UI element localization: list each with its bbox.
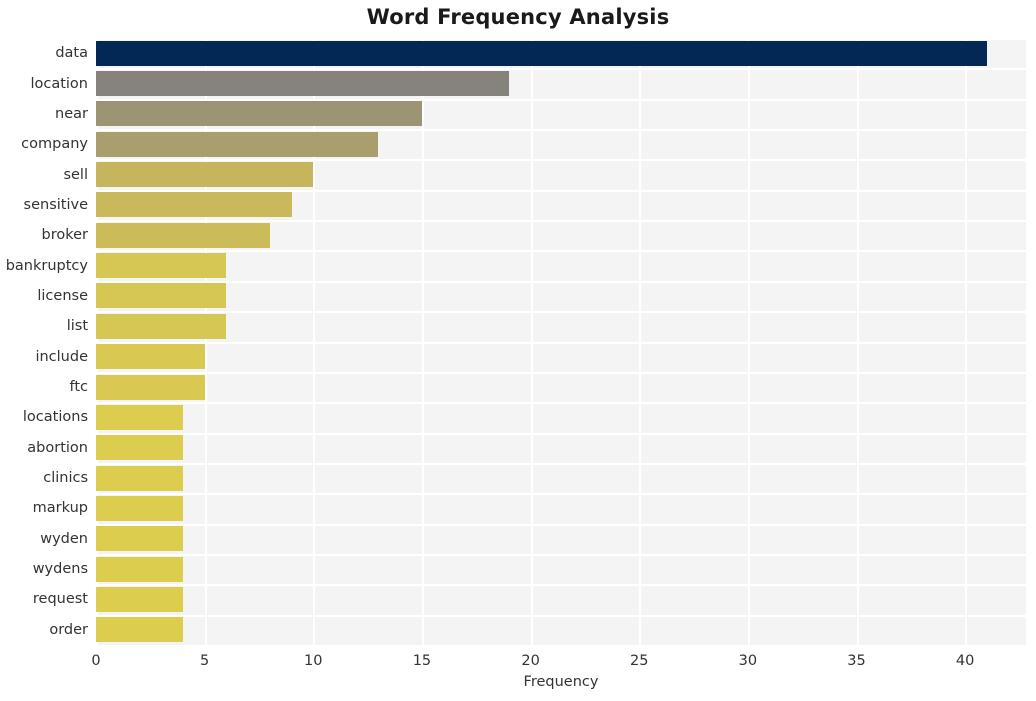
bar-near[interactable] [96, 101, 422, 127]
bar-include[interactable] [96, 344, 205, 370]
word-frequency-chart-figure: Word Frequency Analysis data location near… [0, 0, 1036, 701]
y-tick-label-broker: broker [41, 227, 88, 244]
gridline-horizontal [96, 614, 1026, 617]
bar-data[interactable] [96, 40, 987, 66]
bar-abortion[interactable] [96, 435, 183, 461]
y-tick-label-clinics: clinics [43, 470, 88, 487]
y-axis-tick-labels: data location near company sell sensitive brok… [0, 38, 88, 645]
plot-area [96, 38, 1026, 647]
y-tick-label-list: list [66, 318, 88, 335]
gridline-horizontal [96, 432, 1026, 435]
gridline-horizontal [96, 584, 1026, 587]
x-tick-label-15: 15 [412, 653, 432, 669]
bar-list[interactable] [96, 313, 227, 339]
y-tick-label-location: location [30, 75, 88, 92]
bar-wyden[interactable] [96, 526, 183, 552]
y-tick-label-data: data [55, 45, 88, 62]
bar-ftc[interactable] [96, 374, 205, 400]
x-tick-label-40: 40 [955, 653, 975, 669]
y-tick-label-ftc: ftc [69, 379, 88, 396]
gridline-horizontal [96, 553, 1026, 556]
gridline-horizontal [96, 523, 1026, 526]
y-tick-label-sensitive: sensitive [23, 196, 88, 213]
bar-sensitive[interactable] [96, 192, 292, 218]
x-tick-label-10: 10 [304, 653, 323, 669]
gridline-horizontal [96, 98, 1026, 101]
bar-markup[interactable] [96, 495, 183, 521]
gridline-horizontal [96, 280, 1026, 283]
y-tick-label-order: order [49, 621, 88, 638]
y-tick-label-locations: locations [22, 409, 88, 426]
gridline-horizontal [96, 493, 1026, 496]
y-tick-label-wyden: wyden [40, 530, 88, 547]
bar-broker[interactable] [96, 222, 270, 248]
y-tick-label-abortion: abortion [27, 439, 88, 456]
y-tick-label-wydens: wydens [32, 561, 88, 578]
bar-location[interactable] [96, 71, 509, 97]
gridline-horizontal [96, 371, 1026, 374]
x-axis-tick-labels: 0 5 10 15 20 25 30 35 40 [0, 645, 1036, 675]
gridline-horizontal [96, 341, 1026, 344]
gridline-horizontal [96, 462, 1026, 465]
bar-license[interactable] [96, 283, 227, 309]
x-tick-label-0: 0 [91, 653, 101, 669]
y-tick-label-bankruptcy: bankruptcy [5, 257, 88, 274]
y-tick-label-request: request [32, 591, 88, 608]
bar-request[interactable] [96, 586, 183, 612]
x-tick-label-5: 5 [200, 653, 210, 669]
bar-sell[interactable] [96, 162, 314, 188]
x-tick-label-25: 25 [629, 653, 649, 669]
gridline-horizontal [96, 402, 1026, 405]
x-tick-label-30: 30 [738, 653, 758, 669]
chart-title: Word Frequency Analysis [366, 5, 670, 29]
gridline-horizontal [96, 250, 1026, 253]
bar-wydens[interactable] [96, 556, 183, 582]
bar-bankruptcy[interactable] [96, 253, 227, 279]
y-tick-label-markup: markup [32, 500, 88, 517]
x-axis-title: Frequency [523, 674, 599, 690]
bar-locations[interactable] [96, 404, 183, 430]
y-tick-label-include: include [35, 348, 88, 365]
x-tick-label-20: 20 [521, 653, 540, 669]
bar-clinics[interactable] [96, 465, 183, 491]
x-tick-label-35: 35 [847, 653, 866, 669]
gridline-horizontal [96, 311, 1026, 314]
y-tick-label-company: company [21, 136, 88, 153]
bar-company[interactable] [96, 131, 379, 157]
y-tick-label-near: near [55, 105, 88, 122]
bar-order[interactable] [96, 617, 183, 643]
y-tick-label-sell: sell [63, 166, 88, 183]
y-tick-label-license: license [37, 287, 88, 304]
